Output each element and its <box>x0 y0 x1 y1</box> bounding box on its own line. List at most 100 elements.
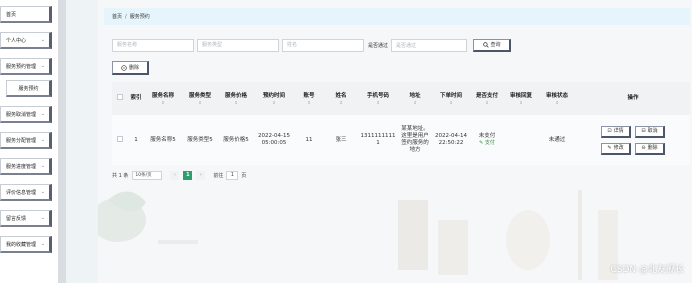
detail-button[interactable]: ⊡ 详情 <box>601 125 631 138</box>
sort-icon[interactable]: ⇕ <box>184 100 216 105</box>
header-address[interactable]: 地址 ⇕ <box>398 82 432 115</box>
cell-order-time: 2022-04-14 22:50:22 <box>432 115 470 165</box>
cell-review-status: 未通过 <box>538 115 576 165</box>
header-booking-time[interactable]: 预约时间 ⇕ <box>254 82 294 115</box>
prev-page-button[interactable]: ‹ <box>170 170 180 180</box>
background-decoration <box>98 190 618 280</box>
sidebar: 首页 个人中心 ⌄ 服务预约管理 ⌄ 服务预约 服务取消管理 ⌄ 服务分配管理 … <box>0 0 66 283</box>
chevron-down-icon: ⌄ <box>40 111 45 117</box>
edit-button[interactable]: ✎ 修改 <box>601 142 631 155</box>
cancel-icon: ⊟ <box>641 127 646 134</box>
sidebar-item-favorites[interactable]: 我的收藏管理 ⌄ <box>0 236 52 253</box>
breadcrumb-home[interactable]: 首页 <box>112 13 122 20</box>
sidebar-item-home[interactable]: 首页 <box>0 6 52 23</box>
header-order-time[interactable]: 下单时间 ⇕ <box>432 82 470 115</box>
header-review-reply[interactable]: 审核回复 ⇕ <box>504 82 538 115</box>
page-size-select[interactable]: 10条/页 <box>132 170 163 180</box>
sidebar-item-feedback[interactable]: 留言反馈 ⌄ <box>0 210 52 227</box>
breadcrumb-current: 服务预约 <box>129 14 150 20</box>
sort-icon[interactable]: ⇕ <box>472 100 502 105</box>
cell-booking-time: 2022-04-15 05:00:05 <box>254 115 294 165</box>
sidebar-item-progress-management[interactable]: 服务进度管理 ⌄ <box>0 158 52 175</box>
watermark: CSDN @北友舰长 <box>610 265 684 275</box>
breadcrumb: 首页 / 服务预约 <box>104 8 690 25</box>
delete-button-label: 删除 <box>128 65 139 71</box>
approved-select[interactable]: 是否通过 <box>391 38 468 52</box>
header-phone[interactable]: 手机号码 ⇕ <box>358 82 398 115</box>
sidebar-item-review-management[interactable]: 评价信息管理 ⌄ <box>0 184 52 201</box>
data-table: 索引 服务名称 ⇕ 服务类型 ⇕ 服务价格 ⇕ 预约时间 ⇕ 账号 ⇕ 姓名 ⇕ 手机号码 ⇕… <box>112 82 690 165</box>
delete-button[interactable]: 删除 <box>112 61 149 75</box>
service-name-input[interactable] <box>112 38 194 52</box>
header-service-type[interactable]: 服务类型 ⇕ <box>182 82 218 115</box>
sort-icon[interactable]: ⇕ <box>256 100 292 105</box>
breadcrumb-separator: / <box>125 13 127 20</box>
goto-page-input[interactable]: 1 <box>226 170 239 180</box>
sidebar-subitem-booking[interactable]: 服务预约 <box>6 80 52 97</box>
cell-service-name: 服务名称5 <box>144 115 182 165</box>
sidebar-item-label: 服务取消管理 <box>6 111 37 118</box>
filter-bar: 是否通过 是否通过 查询 <box>112 38 512 52</box>
sort-icon[interactable]: ⇕ <box>434 100 468 105</box>
delete-icon <box>121 64 127 71</box>
sidebar-item-label: 服务预约管理 <box>6 63 37 70</box>
name-input[interactable] <box>282 38 364 52</box>
cell-name: 张三 <box>324 115 358 165</box>
select-all-checkbox[interactable] <box>117 94 123 100</box>
sort-icon[interactable]: ⇕ <box>296 100 322 105</box>
header-index[interactable]: 索引 <box>128 82 144 115</box>
header-checkbox[interactable] <box>112 82 128 115</box>
sidebar-item-label: 评价信息管理 <box>6 189 37 196</box>
row-delete-button[interactable]: ⊖ 删除 <box>635 142 665 155</box>
cell-phone: 13111111111 <box>358 115 398 165</box>
sort-icon[interactable]: ⇕ <box>540 100 574 105</box>
sort-icon[interactable]: ⇕ <box>400 100 430 105</box>
sidebar-item-personal-center[interactable]: 个人中心 ⌄ <box>0 32 52 49</box>
service-type-input[interactable] <box>197 38 279 52</box>
chevron-down-icon: ⌄ <box>40 189 45 195</box>
sort-icon[interactable]: ⇕ <box>220 100 252 105</box>
row-checkbox-cell <box>112 115 128 165</box>
cell-address: 某某地址。这里是用户签约服务的地方 <box>398 115 432 165</box>
sort-icon[interactable]: ⇕ <box>360 100 396 105</box>
header-name[interactable]: 姓名 ⇕ <box>324 82 358 115</box>
goto-label: 前往 <box>213 172 224 179</box>
query-button-label: 查询 <box>490 42 501 48</box>
header-review-status[interactable]: 审核状态 ⇕ <box>538 82 576 115</box>
sort-icon[interactable]: ⇕ <box>146 100 180 105</box>
cell-actions: ⊡ 详情 ⊟ 取消 ✎ 修改 ⊖ 删除 <box>576 115 690 165</box>
header-account[interactable]: 账号 ⇕ <box>294 82 324 115</box>
sort-icon[interactable]: ⇕ <box>326 100 356 105</box>
cell-review-reply <box>504 115 538 165</box>
pay-link[interactable]: ✎ 支付 <box>472 140 502 147</box>
header-paid[interactable]: 是否支付 ⇕ <box>470 82 504 115</box>
sidebar-item-assignment-management[interactable]: 服务分配管理 ⌄ <box>0 132 52 149</box>
edit-icon: ✎ <box>607 144 612 151</box>
header-service-name[interactable]: 服务名称 ⇕ <box>144 82 182 115</box>
sidebar-rail <box>58 0 66 283</box>
sidebar-item-booking-management[interactable]: 服务预约管理 ⌄ <box>0 58 52 75</box>
cancel-button[interactable]: ⊟ 取消 <box>635 125 665 138</box>
sidebar-item-cancel-management[interactable]: 服务取消管理 ⌄ <box>0 106 52 123</box>
chevron-down-icon: ⌄ <box>40 163 45 169</box>
query-button[interactable]: 查询 <box>473 38 512 52</box>
trash-icon: ⊖ <box>641 144 646 151</box>
sort-icon[interactable]: ⇕ <box>506 100 536 105</box>
chevron-down-icon: ⌄ <box>40 241 45 247</box>
sidebar-item-label: 我的收藏管理 <box>6 241 37 248</box>
detail-icon: ⊡ <box>607 127 612 134</box>
sidebar-item-label: 个人中心 <box>6 37 27 44</box>
sidebar-item-label: 首页 <box>6 11 17 18</box>
header-actions: 操作 <box>576 82 690 115</box>
cell-paid: 未支付 ✎ 支付 <box>470 115 504 165</box>
chevron-down-icon: ⌄ <box>40 37 45 43</box>
main-content: 首页 / 服务预约 是否通过 是否通过 查询 删除 <box>98 0 692 283</box>
table-header-row: 索引 服务名称 ⇕ 服务类型 ⇕ 服务价格 ⇕ 预约时间 ⇕ 账号 ⇕ 姓名 ⇕ 手机号码 ⇕… <box>112 82 690 115</box>
sidebar-item-label: 服务进度管理 <box>6 163 37 170</box>
page-suffix: 页 <box>241 172 247 179</box>
pay-icon: ✎ <box>479 140 484 146</box>
next-page-button[interactable]: › <box>196 170 206 180</box>
page-number[interactable]: 1 <box>183 170 193 180</box>
row-checkbox[interactable] <box>117 135 123 142</box>
header-service-price[interactable]: 服务价格 ⇕ <box>218 82 254 115</box>
